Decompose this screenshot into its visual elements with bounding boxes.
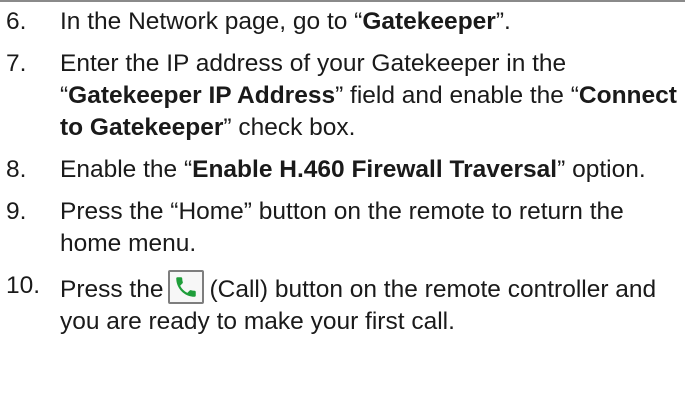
step-text: Press the (Call) button on the remote con… [60, 270, 656, 335]
step-number: 6. [6, 8, 27, 35]
instruction-steps: 6. In the Network page, go to “Gatekeepe… [0, 6, 685, 348]
step-number: 8. [6, 156, 27, 183]
step-text: Enter the IP address of your Gatekeeper … [60, 50, 677, 141]
step-7: 7. Enter the IP address of your Gatekeep… [0, 48, 685, 144]
step-text: Press the “Home” button on the remote to… [60, 198, 624, 257]
step-number: 10. [6, 272, 41, 299]
bold-term: Gatekeeper [362, 8, 496, 35]
step-8: 8. Enable the “Enable H.460 Firewall Tra… [0, 154, 685, 186]
step-number: 9. [6, 198, 27, 225]
step-text: In the Network page, go to “Gatekeeper”. [60, 8, 511, 35]
phone-handset-icon [175, 277, 196, 297]
bold-term: Gatekeeper IP Address [68, 82, 336, 109]
call-button-icon [167, 270, 204, 304]
step-9: 9. Press the “Home” button on the remote… [0, 196, 685, 260]
top-divider [0, 0, 685, 2]
step-number: 7. [6, 50, 27, 77]
step-6: 6. In the Network page, go to “Gatekeepe… [0, 6, 685, 38]
step-text: Enable the “Enable H.460 Firewall Traver… [60, 156, 646, 183]
step-10: 10. Press the (Call) button on the remote… [0, 270, 685, 338]
bold-term: Enable H.460 Firewall Traversal [192, 156, 558, 183]
